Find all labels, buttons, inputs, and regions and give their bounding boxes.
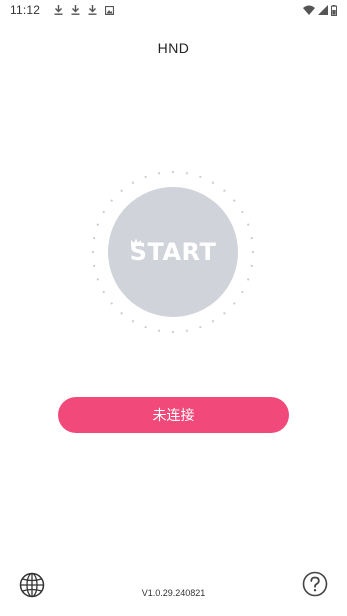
image-notification-icon — [105, 5, 115, 15]
ring-dot — [233, 199, 236, 202]
ring-dot — [171, 170, 175, 174]
system-icons — [303, 4, 337, 16]
ring-dot — [93, 237, 96, 240]
ring-dot — [233, 302, 236, 305]
ring-dot — [144, 326, 147, 329]
ring-dot — [211, 181, 215, 184]
ring-dot — [120, 312, 123, 315]
ring-dot — [120, 189, 123, 192]
ring-dot — [211, 320, 215, 323]
wifi-icon — [303, 5, 315, 15]
status-bar: 11:12 — [0, 0, 347, 20]
notification-icons — [54, 5, 115, 15]
ring-dot — [131, 181, 135, 184]
download-icon — [54, 5, 63, 15]
ring-dot — [93, 264, 96, 267]
ring-dot — [144, 175, 147, 178]
ring-dot — [185, 329, 188, 332]
ring-dot — [251, 250, 255, 254]
crown-icon — [130, 238, 141, 246]
ring-dot — [131, 320, 135, 323]
download-icon — [88, 5, 97, 15]
ring-dot — [110, 199, 113, 202]
ring-dot — [171, 330, 175, 334]
ring-dot — [199, 326, 202, 329]
ring-dot — [223, 312, 226, 315]
ring-dot — [250, 264, 253, 267]
ring-dot — [250, 237, 253, 240]
download-icon — [71, 5, 80, 15]
ring-dot — [102, 210, 105, 214]
ring-dot — [158, 172, 161, 175]
page-title: HND — [157, 40, 190, 56]
start-label: START — [129, 238, 217, 266]
signal-icon — [318, 5, 328, 15]
ring-dot — [199, 175, 202, 178]
ring-dot — [223, 189, 226, 192]
connect-status-button[interactable]: 未连接 — [58, 397, 289, 433]
ring-dot — [185, 172, 188, 175]
app-screen: 11:12 HND START 未连接 V1.0.29.240821 — [0, 0, 347, 616]
ring-dot — [247, 223, 250, 226]
battery-icon — [331, 4, 337, 16]
version-text: V1.0.29.240821 — [141, 588, 206, 598]
ring-dot — [241, 210, 244, 214]
ring-dot — [241, 290, 244, 294]
ring-dot — [247, 278, 250, 281]
start-area: START — [73, 162, 273, 362]
ring-dot — [102, 290, 105, 294]
ring-dot — [96, 223, 99, 226]
start-button[interactable]: START — [108, 187, 238, 317]
status-time: 11:12 — [10, 3, 41, 17]
question-icon[interactable] — [302, 571, 328, 597]
ring-dot — [158, 329, 161, 332]
ring-dot — [96, 278, 99, 281]
footer: V1.0.29.240821 — [0, 568, 347, 602]
ring-dot — [91, 250, 95, 254]
ring-dot — [110, 302, 113, 305]
